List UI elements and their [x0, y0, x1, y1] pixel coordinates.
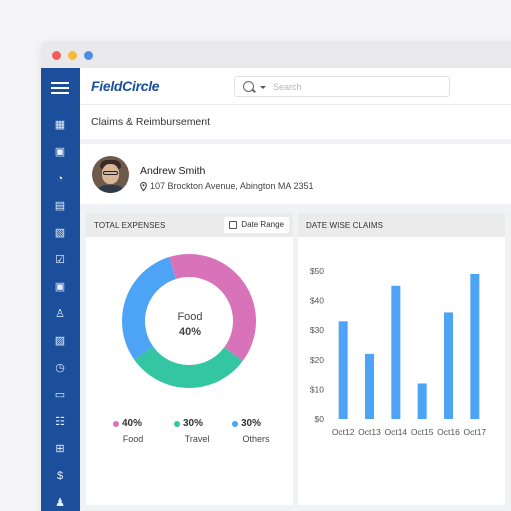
history-icon[interactable]: ◔ [52, 171, 68, 187]
total-expenses-card: TOTAL EXPENSES Date Range Food 40% 40% F… [86, 213, 293, 505]
close-window-button[interactable] [52, 51, 61, 60]
date-range-button[interactable]: Date Range [224, 217, 289, 233]
donut-slice-food[interactable] [169, 254, 256, 362]
legend-value-food: 40% [122, 418, 143, 429]
minimize-window-button[interactable] [68, 51, 77, 60]
app-window: ▦ ▣ ◔ ▤ ▧ ☑ ▣ ♙ ▨ ◷ ▭ ☷ ⊞ $ ♟ FieldCircl… [41, 41, 511, 511]
y-tick-label: $20 [310, 355, 324, 365]
card-title: DATE WISE CLAIMS [306, 221, 384, 230]
legend-name-food: Food [122, 434, 144, 444]
bar-oct15[interactable] [417, 383, 427, 419]
dashboard-icon[interactable]: ▦ [52, 117, 68, 133]
x-tick-label: Oct12 [332, 427, 355, 437]
x-tick-label: Oct14 [384, 427, 407, 437]
bar-oct17[interactable] [470, 273, 480, 419]
x-tick-label: Oct17 [463, 427, 486, 437]
bar-oct13[interactable] [365, 353, 374, 419]
hierarchy-icon[interactable]: ⊞ [52, 441, 68, 457]
calendar-icon [229, 221, 238, 229]
legend-dot-travel [174, 421, 180, 427]
date-wise-claims-card: DATE WISE CLAIMS $0 $10 $20 $30 $40 $50 Oct12 O… [298, 213, 505, 505]
top-header: FieldCircle Search [80, 68, 511, 105]
legend-value-travel: 30% [183, 418, 204, 429]
y-tick-label: $30 [310, 325, 324, 335]
bar-oct14[interactable] [391, 285, 401, 419]
invoice-icon[interactable]: ▨ [52, 333, 68, 349]
y-tick-label: $50 [310, 266, 324, 276]
profile-address: 107 Brockton Avenue, Abington MA 2351 [150, 181, 314, 191]
search-placeholder: Search [273, 82, 302, 92]
checkbox-icon[interactable]: ☑ [52, 252, 68, 268]
window-titlebar [41, 41, 511, 68]
donut-chart [122, 254, 256, 388]
donut-center-label: Food [177, 311, 203, 323]
search-icon [243, 81, 254, 92]
search-input[interactable]: Search [234, 76, 450, 97]
document-settings-icon[interactable]: ▧ [52, 225, 68, 241]
legend-dot-food [113, 421, 119, 427]
legend-name-others: Others [242, 434, 270, 444]
legend-value-others: 30% [241, 418, 262, 429]
dollar-icon[interactable]: $ [52, 468, 68, 484]
profile-card: Andrew Smith 107 Brockton Avenue, Abingt… [80, 144, 511, 204]
donut-center-value: 40% [178, 326, 202, 338]
inbox-icon[interactable]: ▭ [52, 387, 68, 403]
bar-oct16[interactable] [444, 312, 453, 419]
y-tick-label: $40 [310, 296, 324, 306]
card-title: TOTAL EXPENSES [94, 221, 166, 230]
brand-logo[interactable]: FieldCircle [91, 78, 160, 94]
date-range-label: Date Range [241, 220, 284, 229]
menu-icon[interactable] [51, 79, 69, 95]
card-header: TOTAL EXPENSES Date Range [86, 213, 293, 237]
chevron-down-icon[interactable] [260, 86, 266, 89]
legend-name-travel: Travel [184, 434, 210, 444]
clock-icon[interactable]: ◷ [52, 360, 68, 376]
card-header: DATE WISE CLAIMS [298, 213, 505, 237]
page-title: Claims & Reimbursement [91, 116, 211, 128]
y-tick-label: $10 [310, 384, 324, 394]
avatar [92, 156, 129, 193]
x-tick-label: Oct15 [411, 427, 434, 437]
calendar-add-icon[interactable]: ▣ [52, 279, 68, 295]
users-icon[interactable]: ♟ [52, 495, 68, 511]
x-tick-label: Oct13 [358, 427, 381, 437]
x-tick-label: Oct16 [437, 427, 460, 437]
user-add-icon[interactable]: ♙ [52, 306, 68, 322]
location-pin-icon [140, 182, 147, 191]
y-tick-label: $0 [315, 414, 325, 424]
calendar-icon[interactable]: ▣ [52, 144, 68, 160]
maximize-window-button[interactable] [84, 51, 93, 60]
profile-name: Andrew Smith [140, 165, 206, 177]
clipboard-icon[interactable]: ▤ [52, 198, 68, 214]
sidebar: ▦ ▣ ◔ ▤ ▧ ☑ ▣ ♙ ▨ ◷ ▭ ☷ ⊞ $ ♟ [41, 68, 80, 511]
legend-dot-others [232, 421, 238, 427]
donut-slice-travel[interactable] [134, 346, 243, 388]
donut-slice-others[interactable] [122, 257, 176, 360]
page-title-bar: Claims & Reimbursement [80, 105, 511, 139]
checklist-icon[interactable]: ☷ [52, 414, 68, 430]
bar-chart: $0$10$20$30$40$50Oct12 Oct13 Oct14 Oct15 Oct… [310, 266, 487, 437]
bar-oct12[interactable] [338, 321, 348, 419]
